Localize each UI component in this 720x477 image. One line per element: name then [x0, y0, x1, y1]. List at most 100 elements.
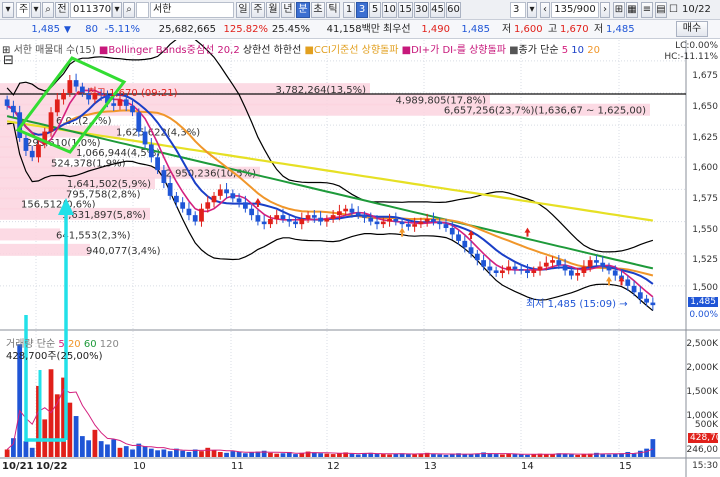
candle-body — [405, 224, 411, 227]
hour-label: 13 — [424, 461, 437, 472]
candle-body — [123, 99, 129, 106]
credit-badge: 신 — [136, 2, 149, 18]
candle-body — [587, 260, 593, 267]
hour-label: 12 — [327, 461, 340, 472]
volume-bar — [111, 439, 117, 457]
volume-profile-bar — [0, 156, 55, 169]
volume-bar — [575, 454, 581, 457]
candle-body — [412, 224, 418, 227]
candle-body — [468, 247, 474, 254]
period-minute-button[interactable]: 분 — [296, 2, 310, 18]
bar-count[interactable]: 135/900 — [551, 2, 599, 18]
candle-body — [500, 270, 505, 273]
volume-bar — [405, 454, 411, 457]
legend-upper[interactable]: 상한선 — [243, 45, 271, 56]
candle-body — [474, 253, 480, 261]
legend-di[interactable]: DI+가 DI-를 상향돌파 — [411, 45, 506, 56]
date-label: 10/21 — [2, 461, 34, 472]
volume-bar — [324, 453, 330, 457]
candle-body — [23, 138, 29, 151]
volume-bar — [180, 450, 186, 457]
volume-bar — [500, 454, 505, 457]
candle-body — [242, 202, 248, 209]
high-annotation: ← 최고 1,670 (09:21) — [76, 88, 178, 99]
legend-volume-profile[interactable]: 서한 매물대 수(15) — [14, 45, 96, 56]
change-percent: -5.11% — [104, 24, 140, 35]
minute-3-button[interactable]: 3 — [356, 2, 368, 18]
legend-lower[interactable]: 하한선 — [274, 45, 302, 56]
period-second-button[interactable]: 초 — [311, 2, 325, 18]
candle-body — [117, 99, 123, 106]
date-checkbox[interactable]: ☐ — [669, 3, 681, 17]
period-day-button[interactable]: 일 — [236, 2, 250, 18]
symbol-toolbar: ▾ 주 ▾ ⌕ 전 011370 ▾ ⌕ 신 서한 일 주 월 년 분 초 틱 … — [0, 0, 720, 20]
volume-profile-bar — [0, 187, 70, 200]
volume-bar — [148, 448, 154, 457]
legend-ma[interactable]: 종가 단순 — [519, 45, 559, 56]
candle-body — [337, 211, 342, 216]
price-tick: 1,625 — [692, 133, 718, 143]
low-label: 저 — [594, 24, 604, 35]
volume-bar — [105, 444, 110, 457]
candle-body — [525, 270, 530, 273]
period-year-button[interactable]: 년 — [281, 2, 295, 18]
search-icon[interactable]: ⌕ — [42, 2, 54, 18]
volume-bar — [230, 451, 236, 457]
volume-bar — [211, 450, 217, 457]
legend-ma20[interactable]: 20 — [587, 45, 600, 56]
period-month-button[interactable]: 월 — [266, 2, 280, 18]
volume-bar — [512, 454, 518, 457]
scroll-left-icon[interactable]: ‹ — [540, 2, 550, 18]
volume-bar — [412, 454, 418, 457]
scroll-right-icon[interactable]: › — [600, 2, 610, 18]
interval-select[interactable]: 3 — [510, 2, 526, 18]
candle-body — [418, 221, 424, 225]
code-dropdown-icon[interactable]: ▾ — [112, 2, 122, 18]
chart-canvas[interactable]: 3,782,264(13,5%)4,989,805(17,8%)6,657,25… — [0, 35, 720, 477]
list-icon[interactable]: ≡ — [641, 2, 653, 18]
stock-name: 서한 — [150, 2, 234, 18]
buy-button[interactable]: 매수 — [676, 21, 708, 37]
candle-body — [550, 260, 555, 263]
prev-button[interactable]: 전 — [55, 2, 69, 18]
chart-area[interactable]: 3,782,264(13,5%) 4,989,805(17,8%) 6,657,25… — [0, 35, 720, 477]
period-week-button[interactable]: 주 — [251, 2, 265, 18]
candle-body — [299, 219, 305, 225]
period-tick-button[interactable]: 틱 — [326, 2, 340, 18]
candle-body — [249, 208, 255, 216]
code-input[interactable]: 011370 — [70, 2, 112, 18]
minute-30-button[interactable]: 30 — [414, 2, 429, 18]
legend-cci[interactable]: CCI기준선 상향돌파 — [314, 45, 399, 56]
code-search-icon[interactable]: ⌕ — [123, 2, 135, 18]
legend-ma10[interactable]: 10 — [571, 45, 584, 56]
minute-60-button[interactable]: 60 — [446, 2, 461, 18]
volume-profile-label: 940,077(3,4%) — [86, 246, 161, 257]
volume-bar — [249, 452, 255, 457]
minute-1-button[interactable]: 1 — [343, 2, 355, 18]
zoom-icon[interactable]: ⊞ — [613, 2, 625, 18]
calendar-icon[interactable]: ▤ — [655, 2, 667, 18]
minute-45-button[interactable]: 45 — [430, 2, 445, 18]
volume-bar — [349, 453, 355, 457]
volume-ratio: 125.82% — [223, 24, 269, 35]
minute-5-button[interactable]: 5 — [369, 2, 381, 18]
candle-body — [4, 99, 10, 106]
settings-icon[interactable]: ▦ — [626, 2, 638, 18]
minute-15-button[interactable]: 15 — [398, 2, 413, 18]
candle-body — [531, 270, 537, 273]
minute-10-button[interactable]: 10 — [382, 2, 397, 18]
candle-body — [199, 208, 204, 222]
market-select[interactable]: 주 — [16, 2, 30, 18]
legend-ma5[interactable]: 5 — [562, 45, 568, 56]
interval-dropdown-icon[interactable]: ▾ — [527, 2, 537, 18]
volume-bar — [293, 454, 298, 457]
candle-body — [318, 217, 323, 222]
market-dropdown-icon[interactable]: ▾ — [31, 2, 41, 18]
price-change: 80 — [85, 24, 98, 35]
candle-body — [280, 215, 286, 219]
chart-menu-icon[interactable]: ⊟ — [3, 53, 14, 68]
candle-body — [224, 189, 229, 194]
candle-body — [111, 103, 117, 106]
legend-bollinger[interactable]: Bollinger Bands중심선 20,2 — [108, 45, 239, 56]
menu-arrow-icon[interactable]: ▾ — [2, 2, 14, 18]
